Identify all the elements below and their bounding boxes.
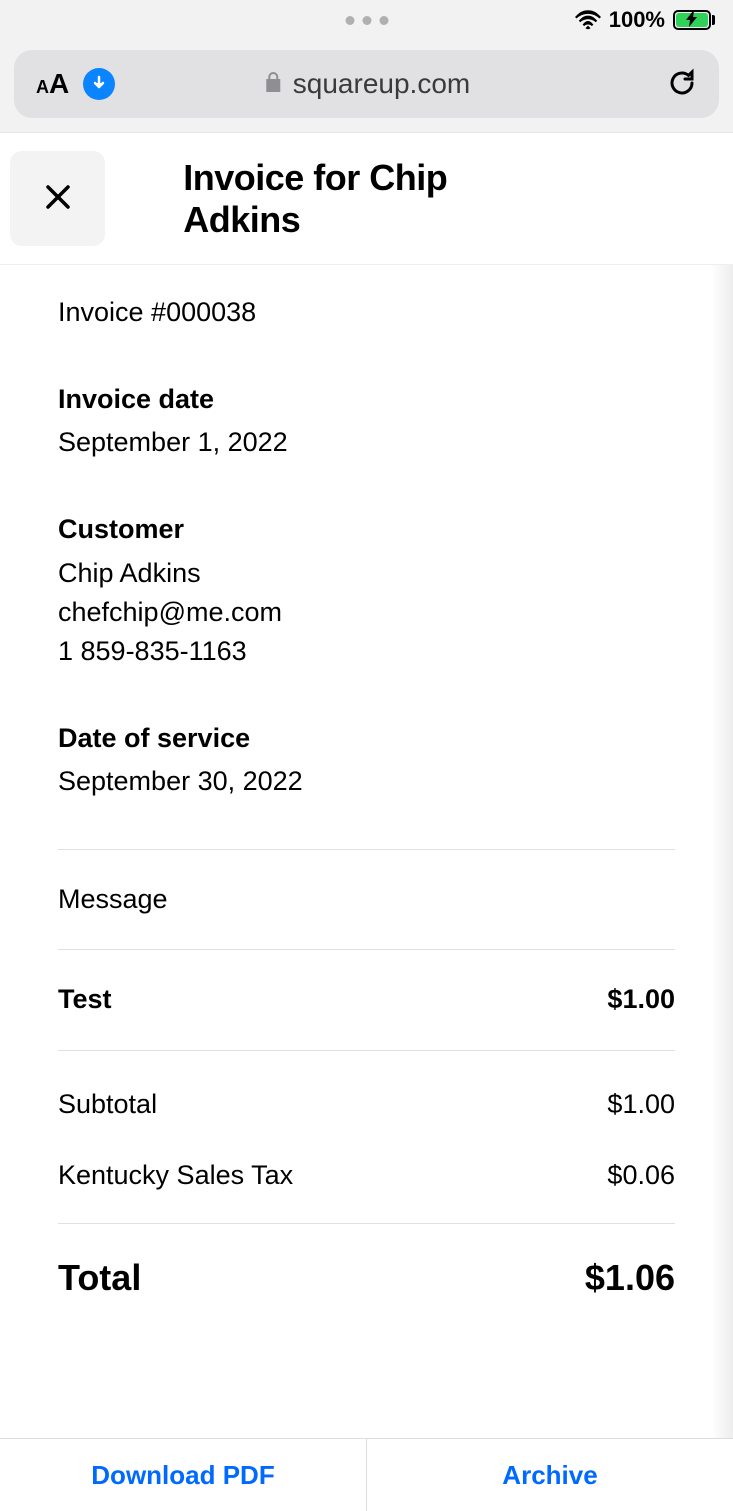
address-bar[interactable]: AA squareup.com: [14, 50, 719, 118]
page-title: Invoice for Chip Adkins: [183, 157, 550, 241]
message-label: Message: [58, 850, 675, 949]
total-row: Total $1.06: [58, 1224, 675, 1314]
close-button[interactable]: [10, 151, 105, 246]
tax-row: Kentucky Sales Tax $0.06: [58, 1152, 675, 1223]
invoice-content: Invoice #000038 Invoice date September 1…: [0, 265, 733, 1344]
invoice-date-label: Invoice date: [58, 380, 675, 419]
service-date-value: September 30, 2022: [58, 762, 675, 801]
close-icon: [41, 180, 75, 217]
lock-icon: [263, 70, 283, 99]
wifi-icon: [575, 10, 601, 30]
customer-label: Customer: [58, 510, 675, 549]
line-item: Test $1.00: [58, 950, 675, 1049]
footer-actions: Download PDF Archive: [0, 1438, 733, 1511]
page-header: Invoice for Chip Adkins: [0, 133, 733, 265]
subtotal-row: Subtotal $1.00: [58, 1081, 675, 1152]
subtotal-label: Subtotal: [58, 1085, 157, 1124]
tax-value: $0.06: [607, 1156, 675, 1195]
service-date-label: Date of service: [58, 719, 675, 758]
url-text: squareup.com: [293, 68, 470, 100]
battery-percentage: 100%: [609, 7, 665, 33]
download-pdf-button[interactable]: Download PDF: [0, 1439, 366, 1511]
total-label: Total: [58, 1252, 141, 1304]
line-item-price: $1.00: [607, 980, 675, 1019]
battery-icon: [673, 10, 715, 30]
invoice-number: Invoice #000038: [58, 293, 675, 332]
text-size-icon[interactable]: AA: [36, 68, 69, 100]
download-icon[interactable]: [83, 68, 115, 100]
total-value: $1.06: [585, 1252, 675, 1304]
reload-icon[interactable]: [667, 66, 697, 103]
status-bar: 100%: [0, 0, 733, 40]
line-item-name: Test: [58, 980, 112, 1019]
archive-button[interactable]: Archive: [367, 1439, 733, 1511]
subtotal-value: $1.00: [607, 1085, 675, 1124]
customer-email: chefchip@me.com: [58, 593, 675, 632]
customer-phone: 1 859-835-1163: [58, 632, 675, 671]
camera-dots-icon: [345, 16, 388, 25]
tax-label: Kentucky Sales Tax: [58, 1156, 293, 1195]
customer-name: Chip Adkins: [58, 554, 675, 593]
invoice-date-value: September 1, 2022: [58, 423, 675, 462]
browser-chrome: AA squareup.com: [0, 40, 733, 133]
